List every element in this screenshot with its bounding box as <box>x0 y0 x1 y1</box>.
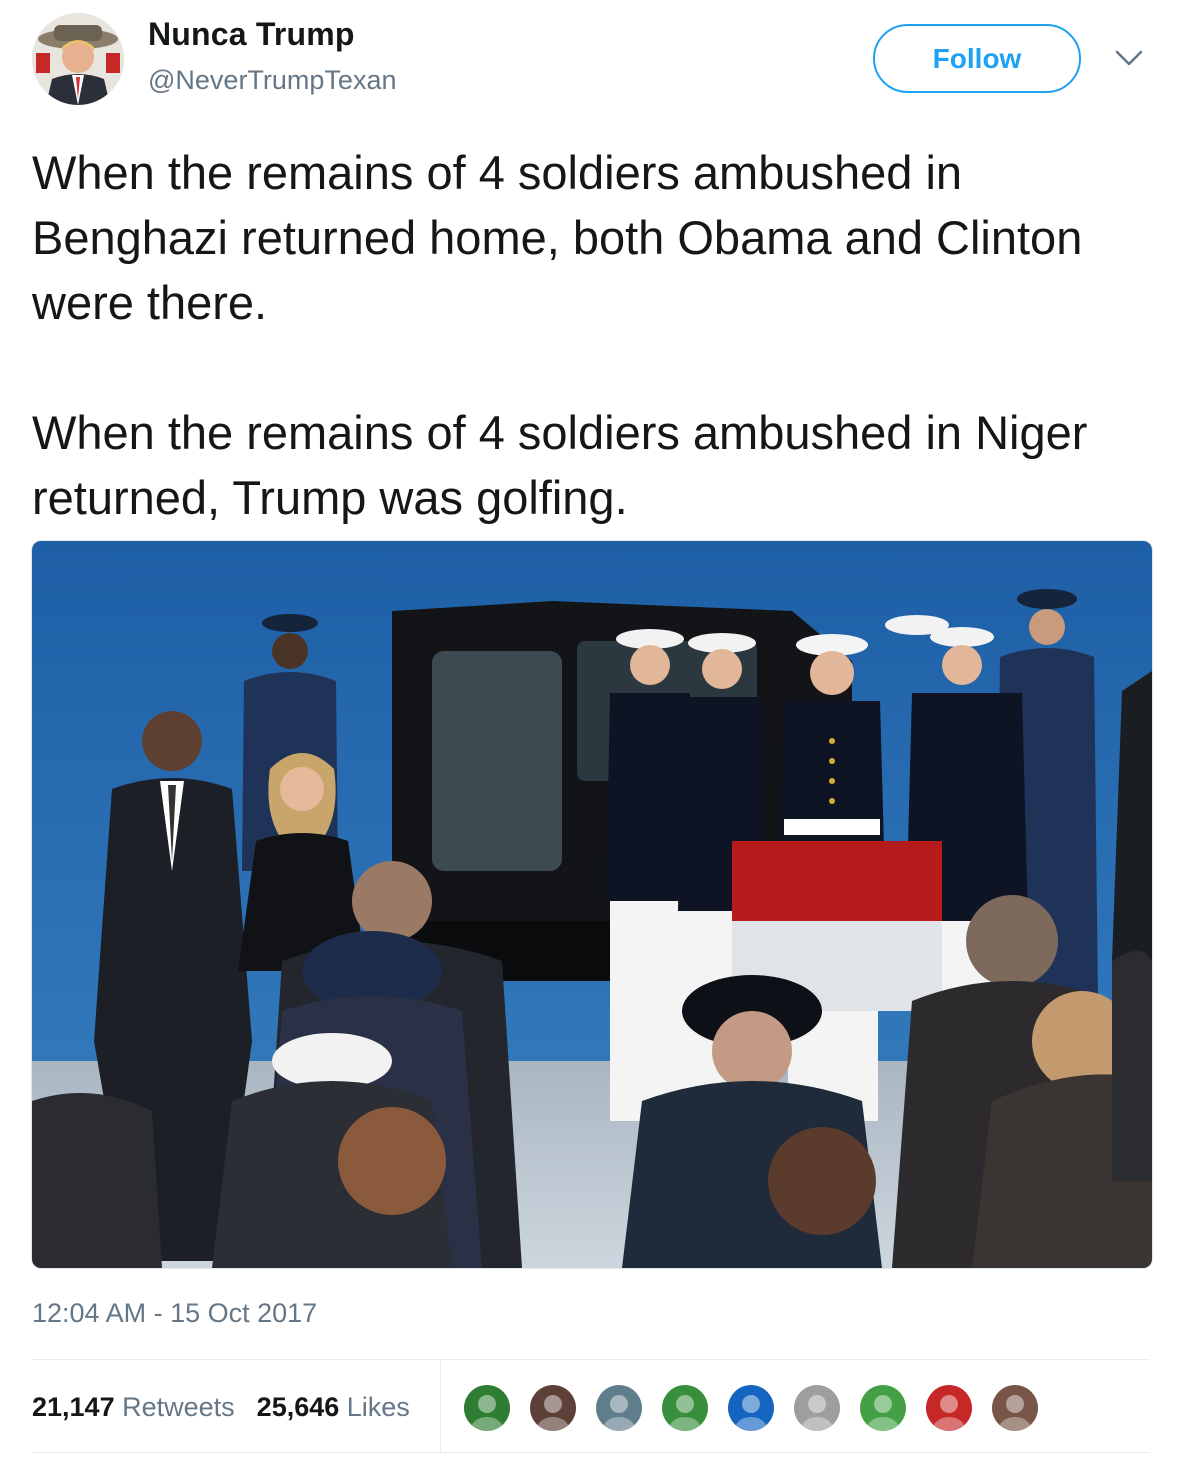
retweets-count: 21,147 <box>32 1391 115 1422</box>
liker-avatar[interactable] <box>462 1383 512 1433</box>
tweet-photo[interactable] <box>31 540 1153 1269</box>
avatar-image <box>32 13 124 105</box>
chevron-down-icon[interactable] <box>1113 46 1145 70</box>
tweet-text: When the remains of 4 soldiers ambushed … <box>32 146 1088 524</box>
likes-label: Likes <box>346 1391 410 1422</box>
stats-separator <box>440 1360 441 1452</box>
retweets-label: Retweets <box>122 1391 235 1422</box>
author-avatar[interactable] <box>32 13 124 105</box>
liker-avatar[interactable] <box>792 1383 842 1433</box>
tweet-timestamp[interactable]: 12:04 AM - 15 Oct 2017 <box>32 1298 317 1329</box>
liker-avatars <box>462 1383 1056 1433</box>
likes-stat[interactable]: 25,646 Likes <box>257 1392 410 1423</box>
liker-avatar[interactable] <box>660 1383 710 1433</box>
liker-avatar[interactable] <box>990 1383 1040 1433</box>
follow-button[interactable]: Follow <box>873 24 1081 93</box>
author-display-name[interactable]: Nunca Trump <box>148 16 355 53</box>
tweet-card: Nunca Trump @NeverTrumpTexan Follow When… <box>0 0 1194 1458</box>
author-handle[interactable]: @NeverTrumpTexan <box>148 65 396 96</box>
ceremony-photo <box>32 541 1152 1268</box>
stats-bottom-divider <box>32 1452 1150 1453</box>
retweets-stat[interactable]: 21,147 Retweets <box>32 1392 235 1423</box>
likes-count: 25,646 <box>256 1391 340 1422</box>
liker-avatar[interactable] <box>528 1383 578 1433</box>
liker-avatar[interactable] <box>594 1383 644 1433</box>
liker-avatar[interactable] <box>726 1383 776 1433</box>
tweet-stats: 21,147 Retweets 25,646 Likes <box>32 1382 432 1432</box>
liker-avatar[interactable] <box>858 1383 908 1433</box>
stats-top-divider <box>32 1359 1150 1360</box>
liker-avatar[interactable] <box>924 1383 974 1433</box>
